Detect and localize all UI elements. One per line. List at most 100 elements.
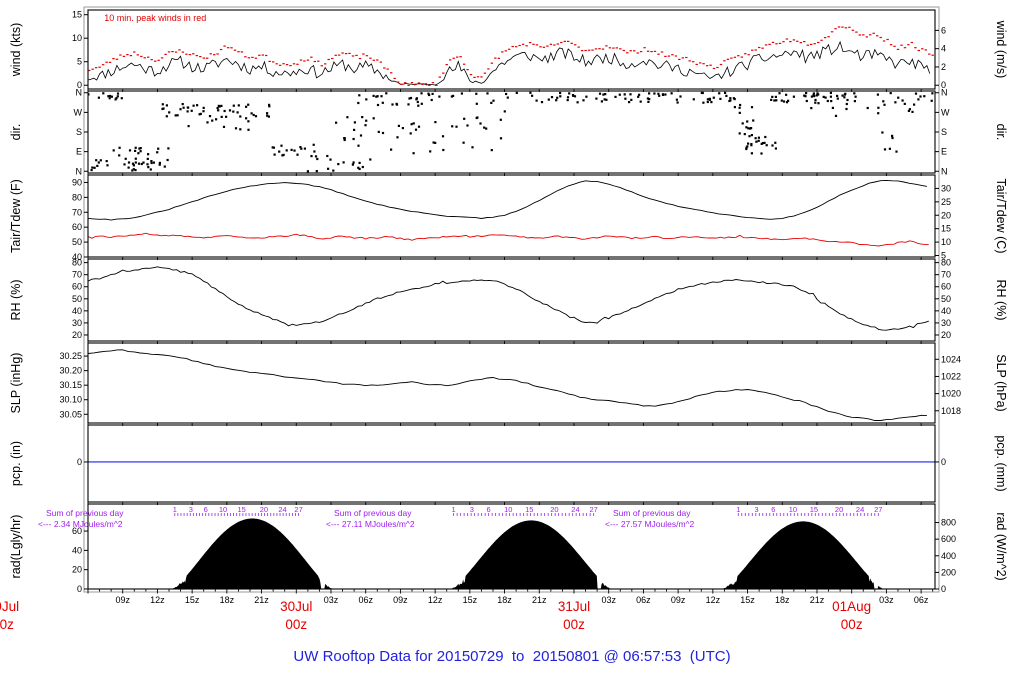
peak-wind-series-dot xyxy=(737,55,740,57)
peak-wind-series-dot xyxy=(532,43,535,45)
wind-direction-point xyxy=(247,128,250,131)
time-tick-label: 12z xyxy=(428,595,443,605)
peak-wind-series-dot xyxy=(126,54,129,56)
wind-direction-point xyxy=(107,95,110,98)
wind-direction-point xyxy=(396,136,399,139)
wind-direction-point xyxy=(774,95,777,98)
wind-direction-point xyxy=(764,135,767,139)
peak-wind-series-dot xyxy=(164,53,167,55)
wind-direction-point xyxy=(676,101,679,104)
peak-wind-series-dot xyxy=(587,49,591,51)
peak-wind-series-dot xyxy=(466,69,469,71)
time-tick-label: 06z xyxy=(914,595,929,605)
wind-direction-point xyxy=(930,99,933,102)
peak-wind-series-dot xyxy=(521,43,525,45)
y-tick-label: 6 xyxy=(941,25,946,35)
wind-direction-point xyxy=(778,92,781,95)
peak-wind-series-dot xyxy=(823,37,827,39)
peak-wind-series-dot xyxy=(511,45,514,48)
rad-ruler-label: 27 xyxy=(294,505,302,514)
wind-direction-point xyxy=(576,101,579,104)
y-tick-label: 30.10 xyxy=(59,395,82,405)
peak-wind-series-dot xyxy=(476,76,480,78)
panel-border-dir xyxy=(87,90,936,174)
peak-wind-series-dot xyxy=(699,62,702,64)
wind-direction-point xyxy=(376,103,380,107)
wind-direction-point xyxy=(134,149,137,152)
wind-direction-point xyxy=(95,159,98,162)
wind-direction-point xyxy=(805,92,808,95)
wind-direction-point xyxy=(359,134,363,137)
wind-direction-point xyxy=(390,148,393,151)
panel-content-rad xyxy=(171,518,885,589)
rad-ruler-label: 1 xyxy=(452,505,456,514)
wind-direction-point xyxy=(391,103,394,106)
y-tick-label: 1024 xyxy=(941,354,961,364)
wind-direction-point xyxy=(361,165,364,169)
wind-direction-point xyxy=(503,110,506,113)
wind-direction-point xyxy=(813,95,816,98)
y-tick-label: 30.15 xyxy=(59,380,82,390)
time-tick-label: 09z xyxy=(393,595,408,605)
peak-wind-series-dot xyxy=(862,34,865,36)
wind-direction-point xyxy=(202,110,205,113)
peak-wind-series-dot xyxy=(535,44,539,46)
peak-wind-series-dot xyxy=(855,31,858,33)
wind-direction-point xyxy=(854,95,857,98)
wind-direction-point xyxy=(429,150,432,153)
rad-ruler-label: 3 xyxy=(470,505,474,514)
wind-direction-point xyxy=(140,162,143,166)
date-label-clipped: 29Jul xyxy=(0,599,19,614)
wind-direction-point xyxy=(157,147,160,150)
peak-wind-series-dot xyxy=(94,67,98,69)
wind-direction-point xyxy=(913,103,916,106)
time-tick-label: 06z xyxy=(636,595,651,605)
wind-direction-point xyxy=(475,102,478,105)
peak-wind-series-dot xyxy=(327,58,330,61)
peak-wind-series-dot xyxy=(771,41,775,43)
wind-direction-point xyxy=(559,91,562,95)
wind-direction-point xyxy=(247,120,250,123)
wind-direction-point xyxy=(236,111,239,114)
panel-content-rh xyxy=(88,266,929,331)
wind-direction-point xyxy=(247,103,250,106)
wind-direction-point xyxy=(810,95,813,98)
wind-direction-point xyxy=(595,97,598,100)
wind-direction-point xyxy=(315,170,318,173)
wind-direction-point xyxy=(853,100,856,103)
rad-ruler-label: 15 xyxy=(810,505,818,514)
y-tick-label: 20 xyxy=(72,330,82,340)
peak-wind-series-dot xyxy=(403,82,407,84)
wind-direction-point xyxy=(490,149,493,152)
peak-wind-series-dot xyxy=(869,34,872,36)
wind-direction-point xyxy=(299,146,302,149)
wind-direction-point xyxy=(395,103,399,106)
wind-direction-point xyxy=(658,94,661,97)
y-tick-label: 80 xyxy=(72,192,82,202)
rad-sum-annotation: <--- 27.11 MJoules/m^2 xyxy=(326,519,415,529)
peak-wind-series-dot xyxy=(775,43,778,45)
wind-direction-point xyxy=(222,125,226,128)
peak-wind-series-dot xyxy=(567,40,570,42)
wind-direction-point xyxy=(460,92,463,95)
time-tick-label: 21z xyxy=(254,595,269,605)
axis-label-right-pcp: pcp. (mm) xyxy=(994,435,1008,491)
solar-radiation-curve xyxy=(171,518,334,589)
y-tick-label: 30 xyxy=(941,318,951,328)
wind-direction-point xyxy=(147,166,150,169)
wind-direction-point xyxy=(888,147,891,150)
peak-wind-series-dot xyxy=(664,55,667,57)
wind-direction-point xyxy=(357,101,360,105)
wind-direction-point xyxy=(897,96,900,99)
wind-direction-point xyxy=(752,119,755,122)
wind-direction-point xyxy=(624,97,627,100)
peak-wind-series-dot xyxy=(667,55,671,57)
wind-direction-point xyxy=(312,143,315,146)
wind-direction-point xyxy=(182,106,185,109)
axis-label-right-rh: RH (%) xyxy=(994,280,1008,321)
wind-direction-point xyxy=(787,99,790,102)
wind-direction-point xyxy=(412,152,415,155)
wind-direction-point xyxy=(293,149,296,152)
peak-wind-series-dot xyxy=(317,60,320,62)
wind-direction-point xyxy=(163,165,166,168)
